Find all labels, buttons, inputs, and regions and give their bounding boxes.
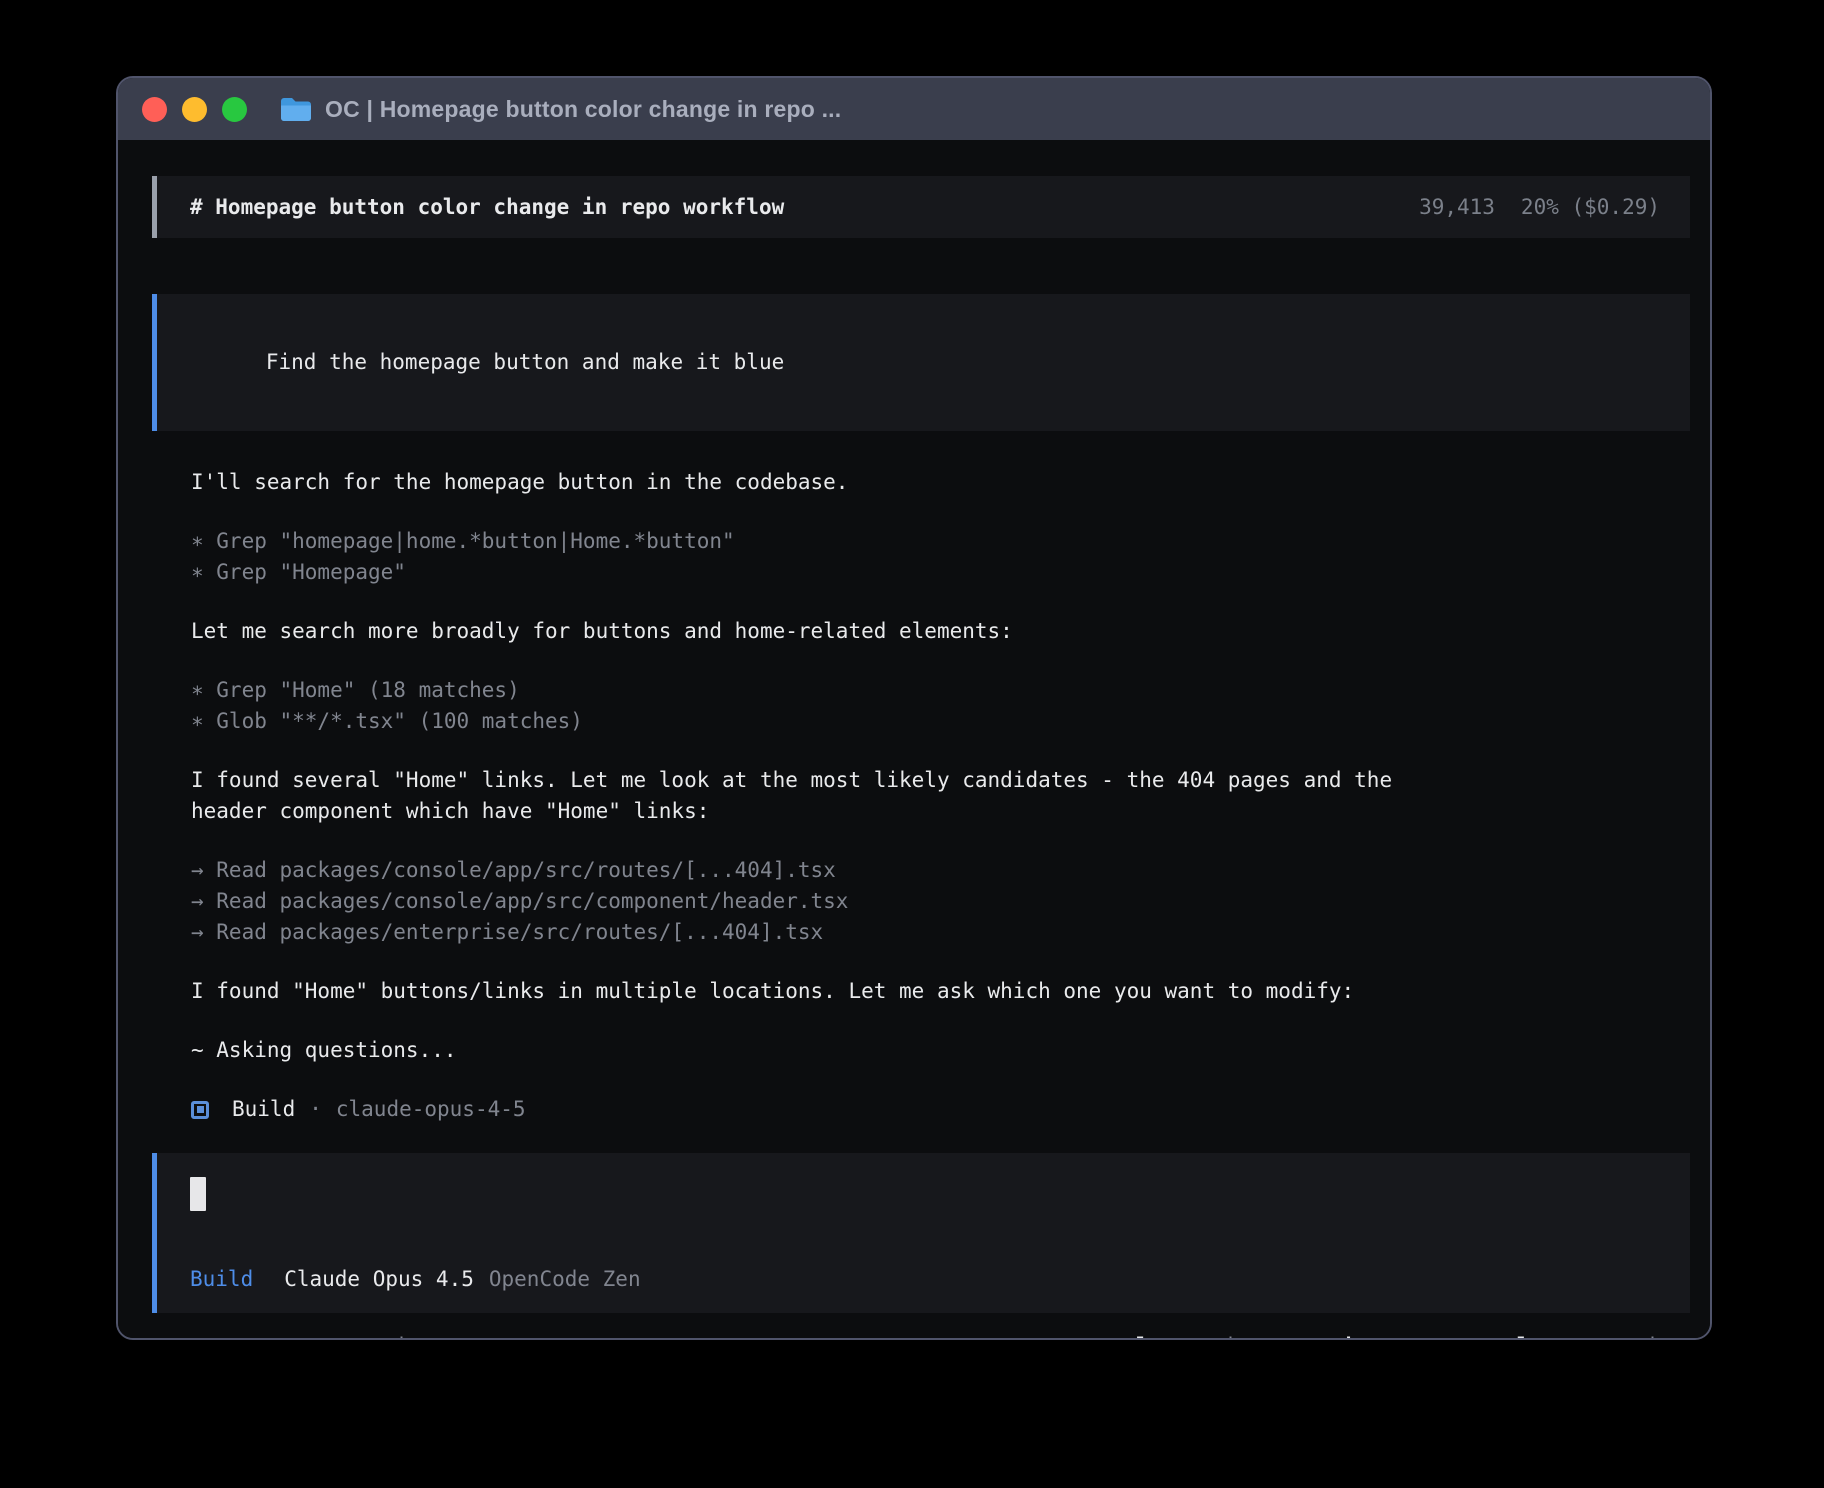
tool-call-grep: ∗ Grep "homepage|home.*button|Home.*butt…	[191, 526, 1690, 557]
agent-name: Build	[232, 1094, 295, 1125]
shortcut-agents: tab agents	[1320, 1331, 1446, 1340]
build-agent-icon	[191, 1101, 209, 1119]
model-label[interactable]: Claude Opus 4.5	[284, 1267, 474, 1291]
shortcut-key: ctrl+p	[1479, 1331, 1555, 1340]
input-meta: Build Claude Opus 4.5 OpenCode Zen	[190, 1267, 1657, 1291]
user-message: Find the homepage button and make it blu…	[152, 294, 1690, 431]
shortcut-label: agents	[1370, 1331, 1446, 1340]
shortcut-key: ctrl+t	[1098, 1331, 1174, 1340]
tool-call-grep: ∗ Grep "Homepage"	[191, 557, 1690, 588]
assistant-text: I'll search for the homepage button in t…	[191, 467, 1690, 498]
mode-label[interactable]: Build	[190, 1267, 253, 1291]
token-count: 39,413	[1419, 193, 1495, 221]
window-title: OC | Homepage button color change in rep…	[325, 96, 841, 123]
zoom-button[interactable]	[222, 97, 247, 122]
assistant-text: I found "Home" buttons/links in multiple…	[191, 976, 1690, 1007]
session-title: # Homepage button color change in repo w…	[190, 193, 784, 221]
minimize-button[interactable]	[182, 97, 207, 122]
session-stats: 39,413 20% ($0.29)	[1419, 193, 1660, 221]
shortcut-interrupt: esc interrupt	[345, 1331, 509, 1340]
shortcut-label: variants	[1186, 1331, 1287, 1340]
tool-call-read: → Read packages/enterprise/src/routes/[.…	[191, 917, 1690, 948]
titlebar[interactable]: OC | Homepage button color change in rep…	[118, 78, 1710, 140]
traffic-lights	[142, 97, 247, 122]
tool-call-grep: ∗ Grep "Home" (18 matches)	[191, 675, 1690, 706]
session-header: # Homepage button color change in repo w…	[152, 176, 1690, 238]
prompt-input[interactable]: Build Claude Opus 4.5 OpenCode Zen	[152, 1153, 1690, 1313]
close-button[interactable]	[142, 97, 167, 122]
text-cursor	[190, 1177, 206, 1211]
agent-status: Build · claude-opus-4-5	[191, 1094, 1690, 1125]
status-bar: esc interrupt ctrl+t variants tab agents…	[152, 1331, 1668, 1340]
assistant-working-text: ~ Asking questions...	[191, 1035, 1690, 1066]
agent-model: claude-opus-4-5	[336, 1094, 526, 1125]
shortcut-variants: ctrl+t variants	[1098, 1331, 1287, 1340]
tool-call-glob: ∗ Glob "**/*.tsx" (100 matches)	[191, 706, 1690, 737]
assistant-text: Let me search more broadly for buttons a…	[191, 616, 1690, 647]
assistant-text: I found several "Home" links. Let me loo…	[191, 765, 1690, 796]
terminal-content: # Homepage button color change in repo w…	[118, 140, 1710, 1340]
agent-separator: ·	[309, 1094, 322, 1125]
conversation: I'll search for the homepage button in t…	[191, 467, 1690, 1340]
user-message-text: Find the homepage button and make it blu…	[266, 350, 784, 374]
shortcut-key: tab	[1320, 1331, 1358, 1340]
shortcut-key: esc	[345, 1331, 383, 1340]
tool-call-read: → Read packages/console/app/src/routes/[…	[191, 855, 1690, 886]
assistant-text: header component which have "Home" links…	[191, 796, 1690, 827]
shortcut-label: interrupt	[395, 1331, 509, 1340]
shortcut-label: commands	[1567, 1331, 1668, 1340]
terminal-window: OC | Homepage button color change in rep…	[116, 76, 1712, 1340]
tool-call-read: → Read packages/console/app/src/componen…	[191, 886, 1690, 917]
shortcut-commands: ctrl+p commands	[1479, 1331, 1668, 1340]
provider-label: OpenCode Zen	[489, 1267, 641, 1291]
folder-icon	[280, 96, 312, 122]
context-usage: 20% ($0.29)	[1521, 193, 1660, 221]
